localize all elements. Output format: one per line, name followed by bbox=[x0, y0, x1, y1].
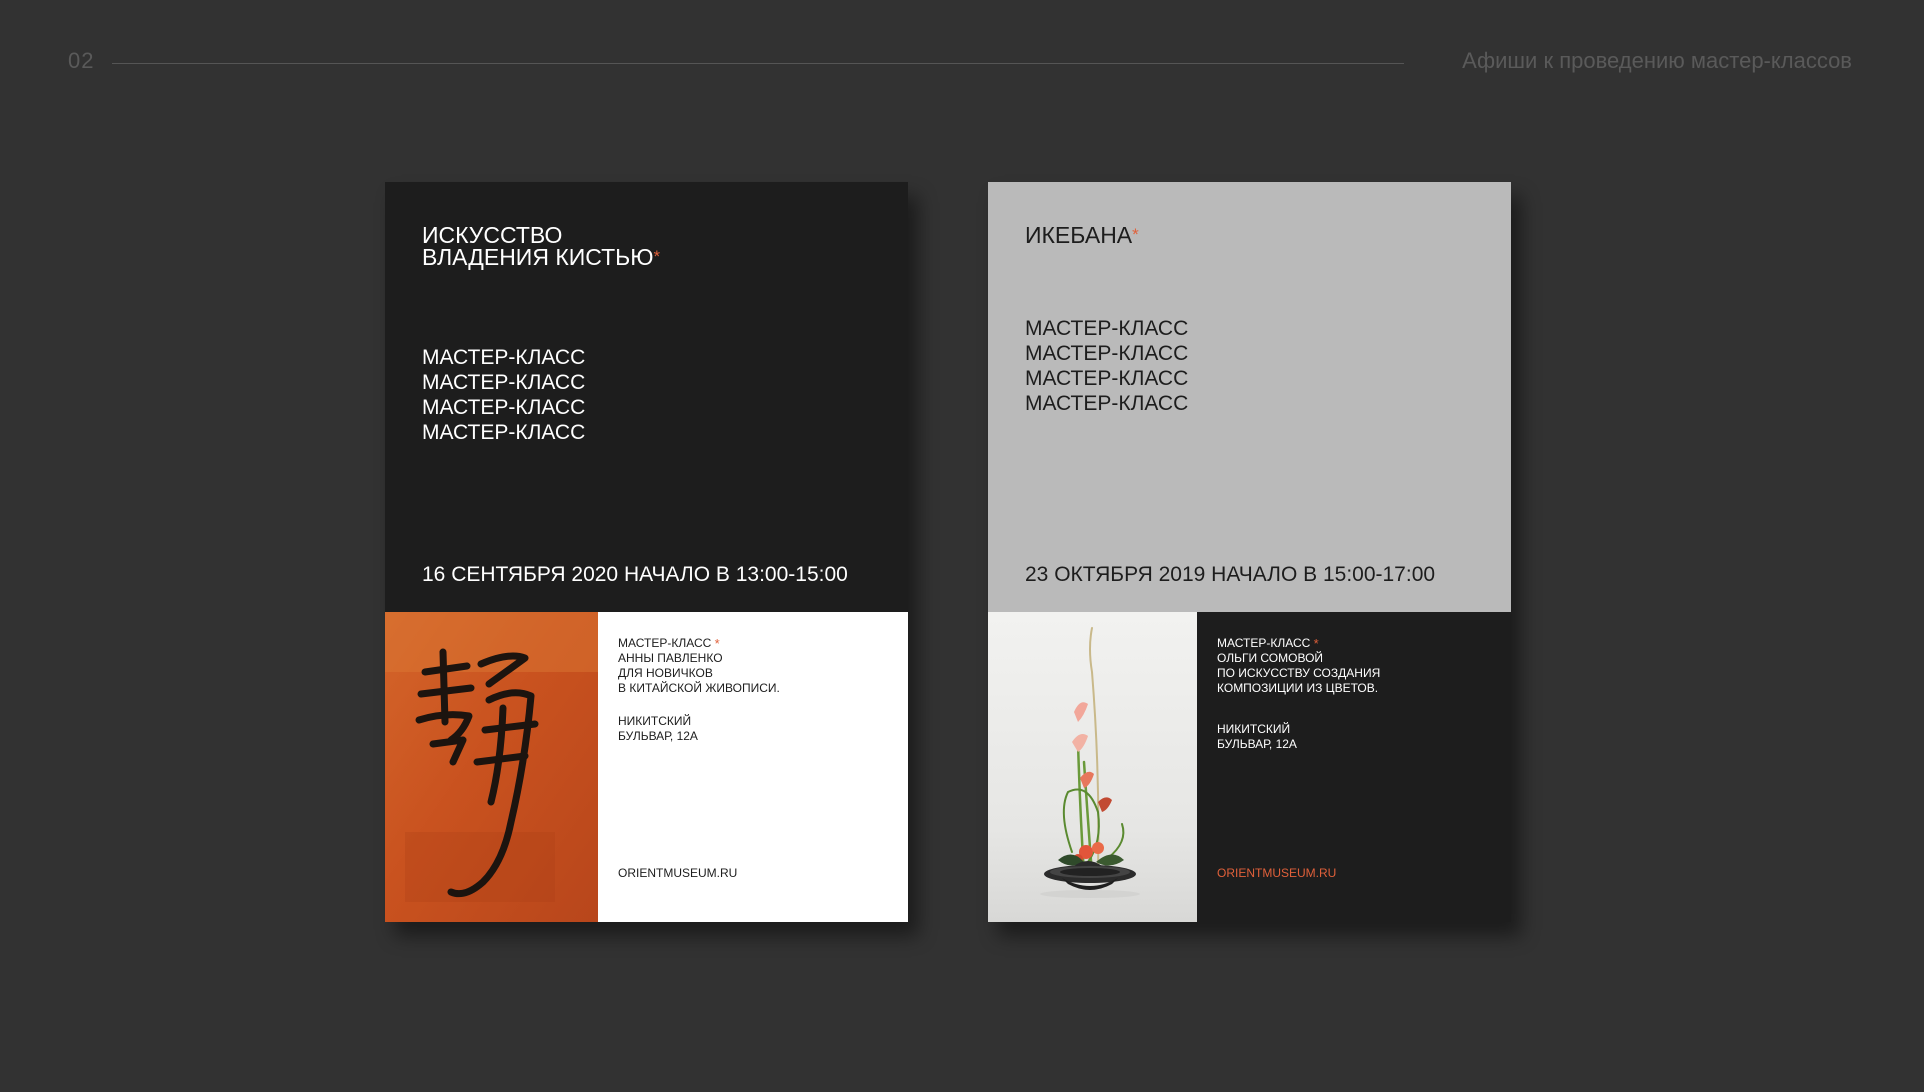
master-class-label: МАСТЕР-КЛАСС bbox=[422, 396, 586, 419]
poster-title: ИСКУССТВО ВЛАДЕНИЯ КИСТЬЮ* bbox=[422, 222, 661, 270]
description-line: В КИТАЙСКОЙ ЖИВОПИСИ. bbox=[618, 681, 780, 695]
page-title: Афиши к проведению мастер-классов bbox=[1462, 48, 1852, 73]
master-class-label: МАСТЕР-КЛАСС bbox=[422, 371, 586, 394]
description-text: МАСТЕР-КЛАСС bbox=[1217, 636, 1311, 650]
page-number: 02 bbox=[68, 48, 95, 73]
ikebana-image bbox=[988, 612, 1197, 922]
description-line: ОЛЬГИ СОМОВОЙ bbox=[1217, 651, 1324, 665]
asterisk-mark: * bbox=[653, 247, 661, 266]
description-line: МАСТЕР-КЛАСС * bbox=[618, 636, 780, 651]
event-address: НИКИТСКИЙ БУЛЬВАР, 12А bbox=[618, 714, 698, 744]
header-divider bbox=[112, 63, 1404, 64]
calligraphy-image bbox=[385, 612, 598, 922]
description-line: АННЫ ПАВЛЕНКО bbox=[618, 651, 723, 665]
poster-top-panel: ИСКУССТВО ВЛАДЕНИЯ КИСТЬЮ* МАСТЕР-КЛАСС … bbox=[385, 182, 908, 612]
description-line: ДЛЯ НОВИЧКОВ bbox=[618, 666, 713, 680]
event-description: МАСТЕР-КЛАСС * ОЛЬГИ СОМОВОЙ ПО ИСКУССТВ… bbox=[1217, 636, 1380, 696]
master-class-label: МАСТЕР-КЛАСС bbox=[422, 421, 586, 444]
poster-bottom-panel: МАСТЕР-КЛАСС * ОЛЬГИ СОМОВОЙ ПО ИСКУССТВ… bbox=[988, 612, 1511, 922]
description-line: ПО ИСКУССТВУ СОЗДАНИЯ bbox=[1217, 666, 1381, 680]
poster-title-line: ИСКУССТВО bbox=[422, 222, 563, 248]
address-line: БУЛЬВАР, 12А bbox=[618, 729, 698, 743]
asterisk-mark: * bbox=[1132, 225, 1139, 244]
description-line: КОМПОЗИЦИИ ИЗ ЦВЕТОВ. bbox=[1217, 681, 1379, 695]
asterisk-mark: * bbox=[1313, 636, 1319, 651]
master-class-list: МАСТЕР-КЛАСС МАСТЕР-КЛАСС МАСТЕР-КЛАСС М… bbox=[1025, 316, 1188, 416]
poster-title-line: ВЛАДЕНИЯ КИСТЬЮ* bbox=[422, 244, 661, 270]
website-url: ORIENTMUSEUM.RU bbox=[1217, 866, 1337, 880]
poster-title: ИКЕБАНА* bbox=[1025, 222, 1139, 248]
asterisk-mark: * bbox=[714, 636, 720, 651]
poster-info-panel: МАСТЕР-КЛАСС * ОЛЬГИ СОМОВОЙ ПО ИСКУССТВ… bbox=[1197, 612, 1511, 922]
address-line: НИКИТСКИЙ bbox=[1217, 722, 1291, 736]
master-class-label: МАСТЕР-КЛАСС bbox=[1025, 317, 1189, 340]
address-line: НИКИТСКИЙ bbox=[618, 714, 692, 728]
master-class-label: МАСТЕР-КЛАСС bbox=[422, 346, 586, 369]
poster-top-panel: ИКЕБАНА* МАСТЕР-КЛАСС МАСТЕР-КЛАСС МАСТЕ… bbox=[988, 182, 1511, 612]
address-line: БУЛЬВАР, 12А bbox=[1217, 737, 1297, 751]
master-class-label: МАСТЕР-КЛАСС bbox=[1025, 342, 1189, 365]
poster-ikebana: ИКЕБАНА* МАСТЕР-КЛАСС МАСТЕР-КЛАСС МАСТЕ… bbox=[988, 182, 1511, 922]
event-date: 16 СЕНТЯБРЯ 2020 НАЧАЛО В 13:00-15:00 bbox=[422, 563, 848, 586]
website-url: ORIENTMUSEUM.RU bbox=[618, 866, 738, 880]
poster-title-text: ВЛАДЕНИЯ КИСТЬЮ bbox=[422, 244, 654, 270]
poster-info-panel: МАСТЕР-КЛАСС * АННЫ ПАВЛЕНКО ДЛЯ НОВИЧКО… bbox=[598, 612, 908, 922]
event-description: МАСТЕР-КЛАСС * АННЫ ПАВЛЕНКО ДЛЯ НОВИЧКО… bbox=[618, 636, 780, 696]
poster-title-line: ИКЕБАНА* bbox=[1025, 222, 1139, 248]
description-text: МАСТЕР-КЛАСС bbox=[618, 636, 712, 650]
master-class-label: МАСТЕР-КЛАСС bbox=[1025, 367, 1189, 390]
poster-bottom-panel: МАСТЕР-КЛАСС * АННЫ ПАВЛЕНКО ДЛЯ НОВИЧКО… bbox=[385, 612, 908, 922]
poster-brush-art: ИСКУССТВО ВЛАДЕНИЯ КИСТЬЮ* МАСТЕР-КЛАСС … bbox=[385, 182, 908, 922]
master-class-list: МАСТЕР-КЛАСС МАСТЕР-КЛАСС МАСТЕР-КЛАСС М… bbox=[422, 345, 585, 445]
event-date: 23 ОКТЯБРЯ 2019 НАЧАЛО В 15:00-17:00 bbox=[1025, 563, 1436, 586]
description-line: МАСТЕР-КЛАСС * bbox=[1217, 636, 1380, 651]
event-address: НИКИТСКИЙ БУЛЬВАР, 12А bbox=[1217, 722, 1297, 752]
poster-title-text: ИКЕБАНА bbox=[1025, 222, 1133, 248]
master-class-label: МАСТЕР-КЛАСС bbox=[1025, 392, 1189, 415]
